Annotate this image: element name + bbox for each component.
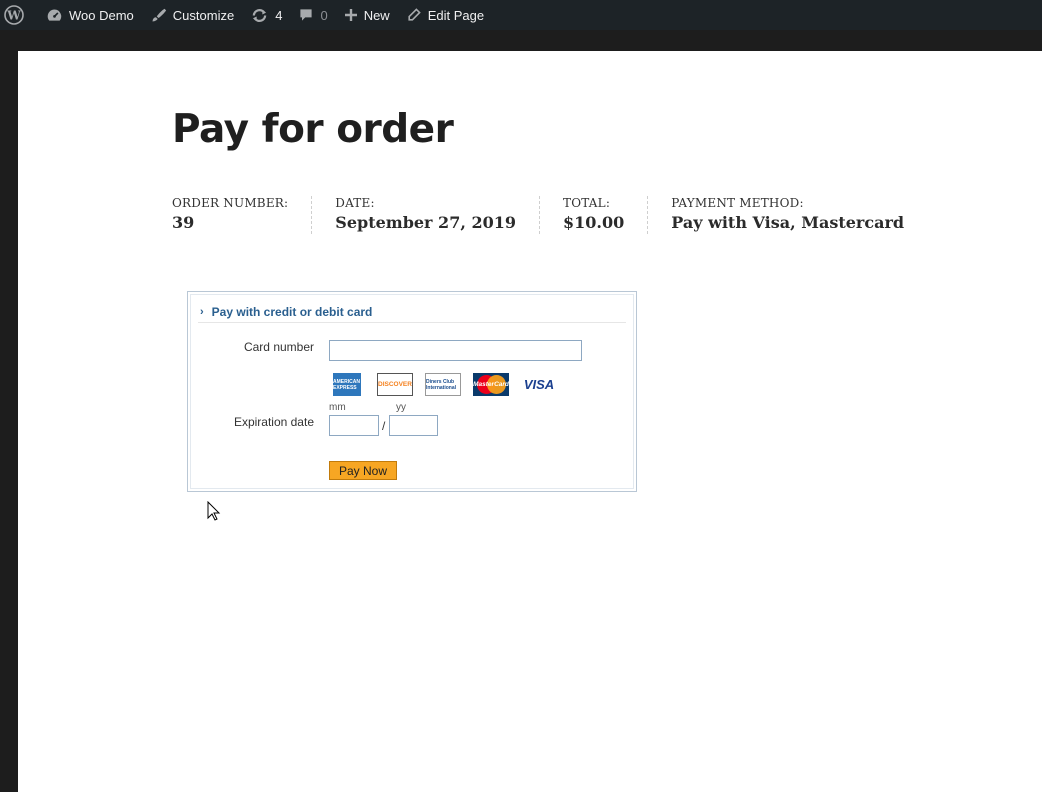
order-number-value: 39 [172, 213, 195, 232]
order-details: ORDER NUMBER: 39 DATE: September 27, 201… [172, 196, 927, 234]
date-label: DATE: [335, 196, 375, 210]
pencil-icon [406, 7, 422, 23]
admin-bar: W Woo Demo Customize 4 0 New Edit Page [0, 0, 1042, 30]
month-hint: mm [329, 402, 346, 413]
year-hint: yy [396, 402, 406, 413]
expiration-month-input[interactable] [329, 415, 379, 436]
svg-text:W: W [6, 9, 21, 23]
expiration-year-input[interactable] [389, 415, 438, 436]
accepted-cards: AMERICAN EXPRESS DISCOVER Diners Club In… [330, 373, 569, 396]
new-content-link[interactable]: New [336, 0, 398, 30]
chevron-right-icon: › [200, 305, 204, 318]
diners-club-icon: Diners Club International [425, 373, 461, 396]
updates-count: 4 [275, 7, 283, 23]
expiration-date-label: Expiration date [233, 415, 314, 429]
site-name-label: Woo Demo [69, 7, 134, 23]
order-number-label: ORDER NUMBER: [172, 196, 289, 210]
payment-method-label: PAYMENT METHOD: [671, 196, 804, 210]
new-label: New [363, 7, 390, 23]
total-value: $10.00 [563, 213, 625, 232]
date-separator: / [382, 419, 386, 433]
mastercard-icon: MasterCard [473, 373, 509, 396]
brush-icon [150, 7, 167, 24]
visa-text: VISA [523, 377, 555, 392]
payment-form-header-label: Pay with credit or debit card [211, 304, 373, 319]
page-content: Pay for order ORDER NUMBER: 39 DATE: Sep… [18, 51, 1042, 792]
updates-link[interactable]: 4 [242, 0, 290, 30]
card-number-label: Card number [243, 340, 314, 354]
total-label: TOTAL: [563, 196, 611, 210]
wordpress-icon: W [4, 5, 24, 25]
wordpress-logo-button[interactable]: W [0, 0, 38, 30]
payment-method-detail: PAYMENT METHOD: Pay with Visa, Mastercar… [647, 196, 927, 234]
customize-link[interactable]: Customize [142, 0, 242, 30]
diners-text: Diners Club International [426, 378, 457, 391]
total-detail: TOTAL: $10.00 [539, 196, 647, 234]
visa-icon: VISA [521, 373, 557, 396]
discover-icon: DISCOVER [377, 373, 413, 396]
amex-text: AMERICAN EXPRESS [333, 378, 360, 391]
date-value: September 27, 2019 [335, 213, 516, 232]
discover-text: DISCOVER [378, 381, 412, 388]
plus-icon [344, 8, 358, 22]
payment-method-value: Pay with Visa, Mastercard [671, 213, 905, 232]
site-name-link[interactable]: Woo Demo [38, 0, 142, 30]
pay-now-button[interactable]: Pay Now [329, 461, 397, 480]
edit-page-label: Edit Page [427, 7, 485, 23]
comments-count: 0 [320, 7, 328, 23]
comment-icon [298, 7, 314, 23]
refresh-icon [250, 7, 269, 24]
mastercard-text: MasterCard [473, 381, 509, 388]
payment-form-header[interactable]: › Pay with credit or debit card [198, 301, 626, 323]
edit-page-link[interactable]: Edit Page [398, 0, 492, 30]
mouse-cursor-icon [207, 500, 221, 525]
customize-label: Customize [172, 7, 235, 23]
dashboard-icon [46, 7, 63, 24]
payment-form: › Pay with credit or debit card Card num… [187, 291, 637, 492]
amex-icon: AMERICAN EXPRESS [333, 373, 361, 396]
page-title: Pay for order [172, 107, 454, 152]
card-number-input[interactable] [329, 340, 582, 361]
comments-link[interactable]: 0 [290, 0, 335, 30]
order-number-detail: ORDER NUMBER: 39 [172, 196, 311, 234]
date-detail: DATE: September 27, 2019 [311, 196, 539, 234]
